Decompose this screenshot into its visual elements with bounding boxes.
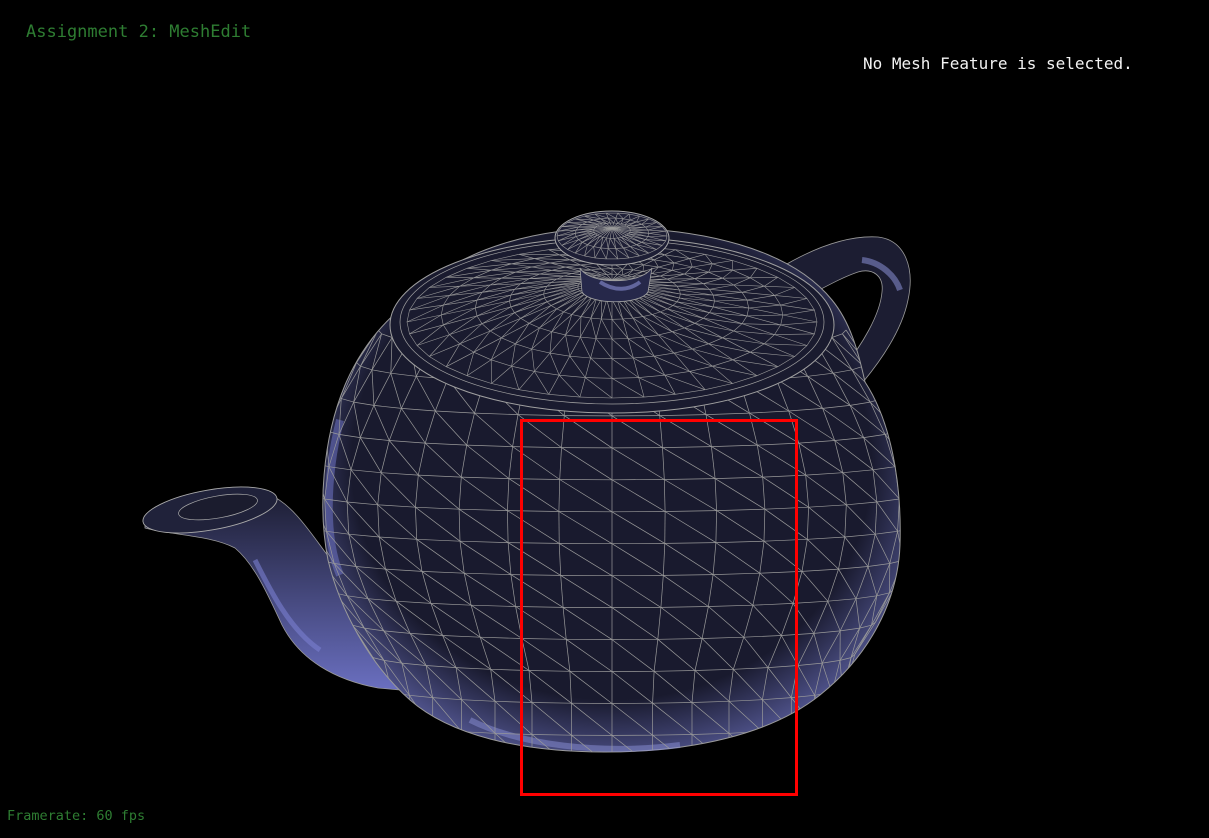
selection-box (520, 419, 798, 796)
selection-status: No Mesh Feature is selected. (863, 54, 1133, 73)
framerate-readout: Framerate: 60 fps (7, 808, 146, 824)
app-title: Assignment 2: MeshEdit (26, 22, 252, 42)
mesh-viewport[interactable]: Assignment 2: MeshEdit No Mesh Feature i… (0, 0, 1209, 838)
teapot-lid (389, 210, 835, 414)
